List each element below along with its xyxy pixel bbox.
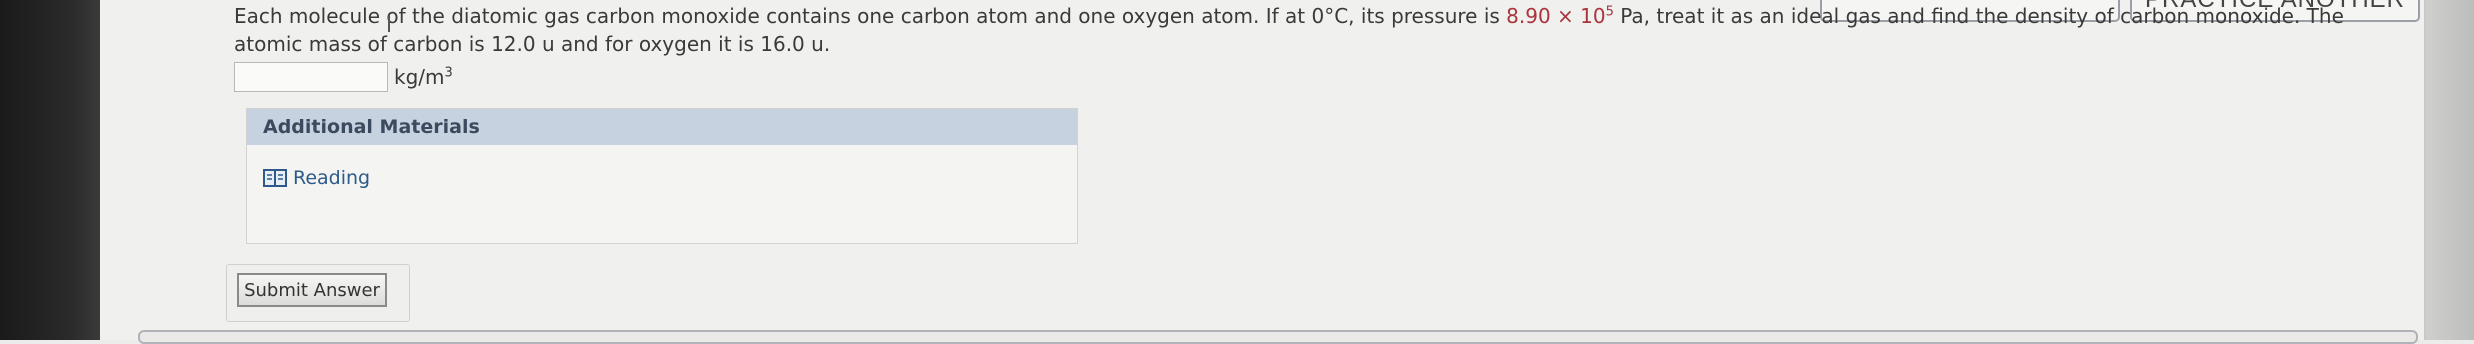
- answer-input[interactable]: [234, 62, 388, 92]
- screen-bezel-left: [0, 0, 100, 340]
- answer-unit: kg/m3: [394, 65, 453, 89]
- next-panel-edge: [138, 330, 2418, 344]
- pressure-value: 8.90 × 105: [1506, 4, 1614, 28]
- additional-materials-header: Additional Materials: [247, 109, 1077, 145]
- reading-link[interactable]: Reading: [263, 167, 370, 189]
- reading-label: Reading: [293, 167, 371, 189]
- answer-row: kg/m3: [234, 62, 453, 92]
- scrollbar-track[interactable]: [2426, 0, 2474, 340]
- question-text: Each molecule of the diatomic gas carbon…: [234, 2, 2414, 58]
- question-text-part1: Each molecule of the diatomic gas carbon…: [234, 4, 1507, 28]
- submit-area: Submit Answer: [226, 264, 410, 322]
- book-icon: [263, 169, 287, 187]
- additional-materials-panel: Additional Materials Reading: [246, 108, 1078, 244]
- text-cursor-icon: [388, 16, 390, 32]
- submit-answer-button[interactable]: Submit Answer: [237, 273, 387, 307]
